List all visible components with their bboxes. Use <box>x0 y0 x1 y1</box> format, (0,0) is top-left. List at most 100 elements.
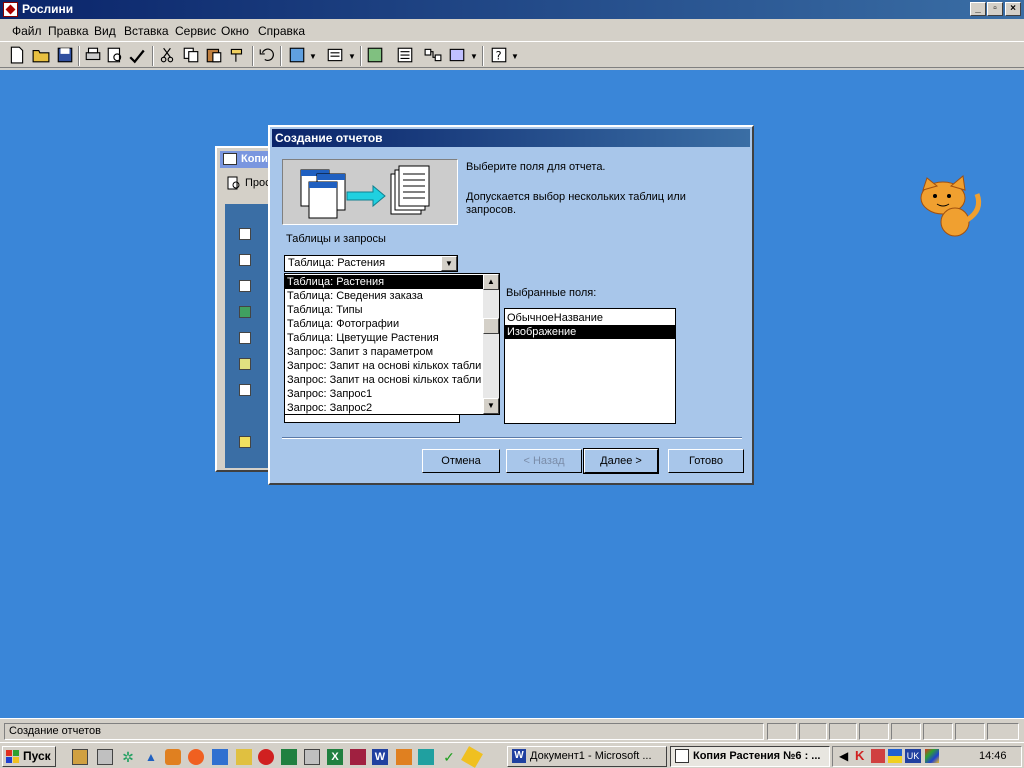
volume-icon[interactable]: ◀ <box>839 749 848 763</box>
dropdown-item[interactable]: Таблица: Сведения заказа <box>285 289 483 303</box>
new-object-icon[interactable] <box>448 46 466 64</box>
menu-insert[interactable]: Вставка <box>124 24 169 38</box>
macros-icon[interactable] <box>239 358 251 370</box>
office-links-dropdown-icon[interactable]: ▼ <box>309 52 317 61</box>
menu-view[interactable]: Вид <box>94 24 116 38</box>
maximize-button[interactable]: ▫ <box>987 2 1003 16</box>
print-preview-icon[interactable] <box>106 46 124 64</box>
ukraine-flag-icon[interactable] <box>888 749 902 763</box>
copy-icon[interactable] <box>182 46 200 64</box>
taskbar-button-word[interactable]: W Документ1 - Microsoft ... <box>507 746 667 767</box>
clock[interactable]: 14:46 <box>979 750 1007 762</box>
language-indicator[interactable]: UK <box>905 749 921 763</box>
quicklaunch-access-icon[interactable] <box>350 749 366 765</box>
menu-help[interactable]: Справка <box>258 24 305 38</box>
dropdown-item[interactable]: Запрос: Запит на основі кількох табли <box>285 373 483 387</box>
help-icon[interactable]: ? <box>490 46 508 64</box>
tables-queries-combo[interactable]: Таблица: Растения ▼ <box>284 255 458 272</box>
spelling-icon[interactable] <box>128 46 146 64</box>
selected-field-item[interactable]: ОбычноеНазвание <box>505 311 675 325</box>
status-panel <box>767 723 797 740</box>
format-painter-icon[interactable] <box>228 46 246 64</box>
taskbar-button-access[interactable]: Копия Растения №6 : ... <box>670 746 830 767</box>
selected-field-item[interactable]: Изображение <box>505 325 675 339</box>
analyze-icon[interactable] <box>326 46 344 64</box>
quicklaunch-desktop-icon[interactable] <box>72 749 88 765</box>
dropdown-item[interactable]: Запрос: Запит на основі кількох табли <box>285 359 483 373</box>
cancel-button[interactable]: Отмена <box>422 449 500 473</box>
dialog-titlebar[interactable]: Создание отчетов <box>272 129 750 147</box>
analyze-dropdown-icon[interactable]: ▼ <box>348 52 356 61</box>
quicklaunch-app-icon[interactable] <box>418 749 434 765</box>
quicklaunch-excel-icon[interactable]: X <box>327 749 343 765</box>
modules-icon[interactable] <box>239 384 251 396</box>
dropdown-item[interactable]: Таблица: Типы <box>285 303 483 317</box>
office-assistant-cat-icon[interactable] <box>905 170 987 240</box>
quicklaunch-app-icon[interactable] <box>165 749 181 765</box>
preview-label: Прос <box>245 177 271 189</box>
minimize-button[interactable]: _ <box>970 2 986 16</box>
quicklaunch-app-icon[interactable] <box>461 746 483 768</box>
open-icon[interactable] <box>32 46 50 64</box>
dropdown-item[interactable]: Запрос: Запрос2 <box>285 401 483 414</box>
quicklaunch-triangle-icon[interactable]: ▲ <box>143 749 159 765</box>
quicklaunch-app-icon[interactable] <box>281 749 297 765</box>
tray-app-icon[interactable] <box>925 749 939 763</box>
new-object-dropdown-icon[interactable]: ▼ <box>470 52 478 61</box>
quicklaunch-flower-icon[interactable]: ✲ <box>120 749 136 765</box>
quicklaunch-app-icon[interactable] <box>258 749 274 765</box>
undo-icon[interactable] <box>258 46 276 64</box>
dropdown-item[interactable]: Таблица: Фотографии <box>285 317 483 331</box>
table-to-report-icon <box>300 165 430 219</box>
scroll-up-icon[interactable]: ▲ <box>483 274 499 290</box>
taskbar-button-label: Документ1 - Microsoft ... <box>530 750 652 762</box>
finish-button[interactable]: Готово <box>668 449 744 473</box>
back-button[interactable]: < Назад <box>506 449 582 473</box>
code-icon[interactable] <box>366 46 384 64</box>
pages-icon[interactable] <box>239 332 251 344</box>
dropdown-item[interactable]: Таблица: Растения <box>285 275 483 289</box>
help-dropdown-icon[interactable]: ▼ <box>511 52 519 61</box>
paste-icon[interactable] <box>205 46 223 64</box>
menu-window[interactable]: Окно <box>221 24 249 38</box>
favorites-icon[interactable] <box>239 436 251 448</box>
app-icon[interactable] <box>3 2 18 17</box>
quicklaunch-app-icon[interactable] <box>304 749 320 765</box>
selected-fields-list[interactable]: ОбычноеНазвание Изображение <box>504 308 676 424</box>
combo-dropdown-icon[interactable]: ▼ <box>441 256 457 271</box>
quicklaunch-explorer-icon[interactable] <box>97 749 113 765</box>
office-links-icon[interactable] <box>288 46 306 64</box>
dropdown-item[interactable]: Запрос: Запрос1 <box>285 387 483 401</box>
print-icon[interactable] <box>84 46 102 64</box>
scroll-down-icon[interactable]: ▼ <box>483 398 499 414</box>
menu-tools[interactable]: Сервис <box>175 24 216 38</box>
quicklaunch-app-icon[interactable] <box>212 749 228 765</box>
save-icon[interactable] <box>56 46 74 64</box>
cut-icon[interactable] <box>158 46 176 64</box>
quicklaunch-app-icon[interactable] <box>188 749 204 765</box>
start-button[interactable]: Пуск <box>2 746 56 767</box>
quicklaunch-check-icon[interactable]: ✓ <box>441 749 457 765</box>
quicklaunch-word-icon[interactable]: W <box>372 749 388 765</box>
properties-icon[interactable] <box>396 46 414 64</box>
network-icon[interactable] <box>871 749 885 763</box>
tables-queries-dropdown-list[interactable]: Таблица: Растения Таблица: Сведения зака… <box>284 273 500 415</box>
dropdown-scrollbar[interactable]: ▲ ▼ <box>483 274 499 414</box>
close-button[interactable]: × <box>1005 2 1021 16</box>
antivirus-k-icon[interactable]: K <box>855 748 864 763</box>
forms-icon[interactable] <box>239 280 251 292</box>
relationships-icon[interactable] <box>424 46 442 64</box>
quicklaunch-app-icon[interactable] <box>236 749 252 765</box>
reports-icon[interactable] <box>239 306 251 318</box>
queries-icon[interactable] <box>239 254 251 266</box>
quicklaunch-app-icon[interactable] <box>396 749 412 765</box>
scroll-thumb[interactable] <box>483 318 499 334</box>
new-icon[interactable] <box>8 46 26 64</box>
status-panel <box>891 723 921 740</box>
menu-edit[interactable]: Правка <box>48 24 89 38</box>
dropdown-item[interactable]: Таблица: Цветущие Растения <box>285 331 483 345</box>
dropdown-item[interactable]: Запрос: Запит з параметром <box>285 345 483 359</box>
menu-file[interactable]: Файл <box>12 24 42 38</box>
tables-icon[interactable] <box>239 228 251 240</box>
next-button[interactable]: Далее > <box>583 448 659 474</box>
